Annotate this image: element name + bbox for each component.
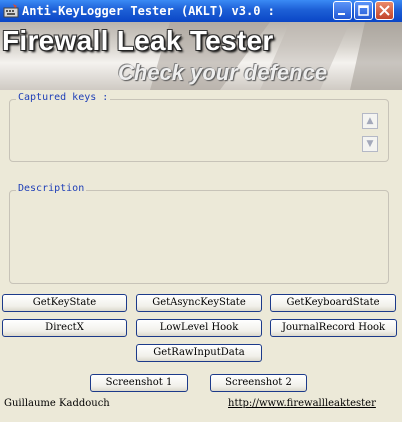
screenshot-2-button[interactable]: Screenshot 2 — [210, 374, 307, 392]
window-title: Anti-KeyLogger Tester (AKLT) v3.0 : — [22, 4, 275, 18]
scroll-down-button[interactable]: ▼ — [362, 136, 378, 152]
banner: Firewall Leak Tester Check your defence — [0, 22, 402, 90]
description-legend: Description — [16, 183, 87, 194]
author-label: Guillaume Kaddouch — [4, 398, 110, 409]
directx-button[interactable]: DirectX — [2, 319, 127, 337]
description-group: Description — [9, 183, 389, 284]
banner-title: Firewall Leak Tester — [2, 25, 274, 56]
close-button[interactable] — [375, 1, 394, 20]
chevron-down-icon: ▼ — [366, 139, 374, 149]
screenshot-1-button[interactable]: Screenshot 1 — [90, 374, 188, 392]
chevron-up-icon: ▲ — [366, 116, 374, 126]
lowlevel-hook-button[interactable]: LowLevel Hook — [136, 319, 262, 337]
minimize-button[interactable] — [333, 1, 352, 20]
get-key-state-button[interactable]: GetKeyState — [2, 294, 127, 312]
captured-keys-legend: Captured keys : — [16, 92, 111, 103]
minimize-icon — [338, 13, 345, 15]
captured-keys-group: Captured keys : — [9, 92, 389, 162]
app-icon — [3, 4, 19, 18]
banner-subtitle: Check your defence — [118, 60, 328, 85]
maximize-button[interactable] — [354, 1, 373, 20]
journalrecord-hook-button[interactable]: JournalRecord Hook — [270, 319, 397, 337]
get-raw-input-data-button[interactable]: GetRawInputData — [136, 344, 262, 362]
maximize-icon — [358, 5, 369, 16]
get-async-key-state-button[interactable]: GetAsyncKeyState — [136, 294, 262, 312]
title-bar: Anti-KeyLogger Tester (AKLT) v3.0 : — [0, 0, 402, 22]
scroll-up-button[interactable]: ▲ — [362, 113, 378, 129]
close-icon — [379, 5, 390, 16]
website-link[interactable]: http://www.firewallleaktester — [228, 398, 402, 409]
get-keyboard-state-button[interactable]: GetKeyboardState — [270, 294, 396, 312]
